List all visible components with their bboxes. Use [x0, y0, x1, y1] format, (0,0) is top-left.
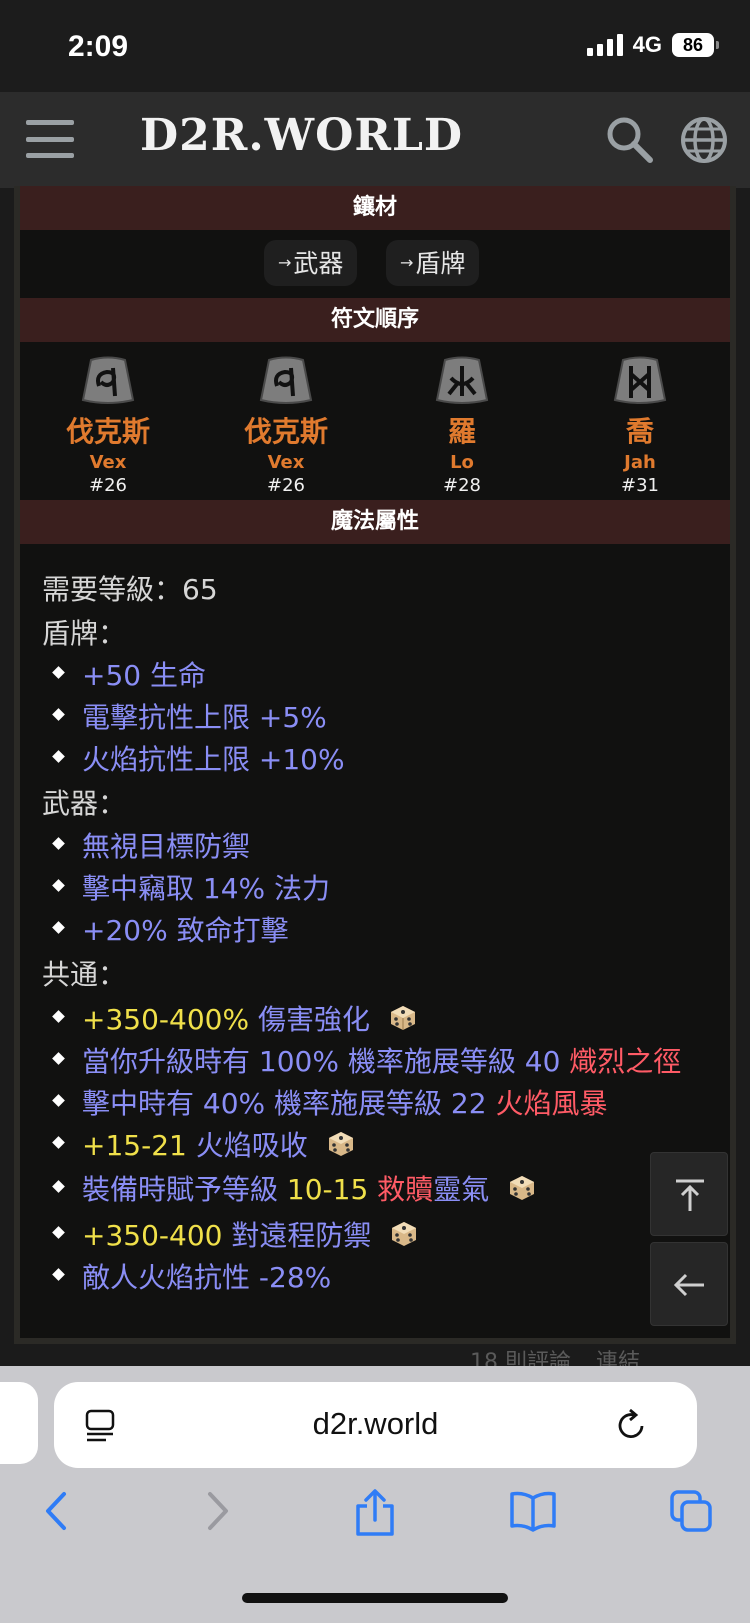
cellular-signal-icon: [586, 34, 623, 56]
arrow-icon: →: [278, 253, 292, 272]
required-level: 需要等級：65: [42, 573, 218, 606]
property-item: +20% 致命打擊: [82, 909, 289, 949]
arrow-left-icon: [673, 1273, 704, 1297]
bookmarks-icon[interactable]: [508, 1488, 558, 1532]
section-header-rune-order: 符文順序: [20, 298, 730, 342]
property-item: 當你升級時有 100% 機率施展等級 40 熾烈之徑: [82, 1040, 681, 1080]
status-time: 2:09: [68, 30, 129, 63]
property-item: 火焰抗性上限 +10%: [82, 738, 345, 778]
battery-icon: 86: [672, 33, 719, 57]
rune-stone-icon: [613, 356, 667, 404]
arrow-up-icon: [676, 1179, 704, 1211]
rune-number: #26: [89, 475, 127, 496]
tabs-icon[interactable]: [668, 1488, 714, 1534]
search-icon[interactable]: [604, 114, 656, 166]
dice-icon[interactable]: [389, 1004, 417, 1032]
url-text: d2r.world: [312, 1406, 439, 1441]
rune-vex[interactable]: 伐克斯 Vex #26: [18, 356, 198, 496]
base-label: 盾牌: [415, 249, 466, 278]
reload-icon[interactable]: [616, 1408, 648, 1442]
back-button[interactable]: [650, 1242, 728, 1326]
rune-name: 伐克斯: [243, 415, 328, 448]
rune-name: 羅: [447, 415, 476, 448]
group-label-common: 共通：: [42, 958, 127, 991]
group-label-shield: 盾牌：: [42, 617, 127, 650]
rune-vex[interactable]: 伐克斯 Vex #26: [196, 356, 376, 496]
arrow-icon: →: [400, 253, 414, 272]
share-icon[interactable]: [352, 1488, 398, 1538]
site-header: D2R.WORLD: [0, 92, 750, 188]
property-item: 裝備時賦予等級 10-15 救贖靈氣: [82, 1168, 536, 1208]
property-item: 擊中竊取 14% 法力: [82, 867, 330, 907]
address-bar[interactable]: d2r.world: [54, 1382, 697, 1468]
rune-latin-name: Vex: [89, 452, 127, 473]
rune-name: 喬: [625, 415, 654, 448]
property-item: +350-400% 傷害強化: [82, 998, 417, 1038]
rune-stone-icon: [435, 356, 489, 404]
rune-stone-icon: [81, 356, 135, 404]
back-icon[interactable]: [40, 1488, 72, 1534]
status-bar: 2:09 4G 86: [0, 0, 750, 92]
rune-name: 伐克斯: [65, 415, 150, 448]
rune-latin-name: Vex: [267, 452, 305, 473]
browser-toolbar: d2r.world: [0, 1366, 750, 1623]
rune-number: #31: [621, 475, 659, 496]
home-indicator: [242, 1593, 508, 1603]
site-logo[interactable]: D2R.WORLD: [140, 110, 463, 161]
property-item: 電擊抗性上限 +5%: [82, 696, 327, 736]
rune-latin-name: Jah: [624, 452, 656, 473]
network-type: 4G: [632, 32, 662, 57]
dice-icon[interactable]: [327, 1130, 355, 1158]
property-item: +15-21 火焰吸收: [82, 1124, 355, 1164]
dice-icon[interactable]: [390, 1220, 418, 1248]
property-item: 擊中時有 40% 機率施展等級 22 火焰風暴: [82, 1082, 607, 1122]
rune-lo[interactable]: 羅 Lo #28: [372, 356, 552, 496]
base-label: 武器: [293, 249, 344, 278]
base-chip-shield[interactable]: →盾牌: [386, 240, 480, 286]
scroll-to-top-button[interactable]: [650, 1152, 728, 1236]
property-item: +50 生命: [82, 654, 206, 694]
rune-stone-icon: [259, 356, 313, 404]
rune-jah[interactable]: 喬 Jah #31: [550, 356, 730, 496]
section-header-magic-properties: 魔法屬性: [20, 500, 730, 544]
menu-icon[interactable]: [26, 120, 74, 158]
property-item: 無視目標防禦: [82, 825, 250, 865]
forward-icon[interactable]: [202, 1488, 234, 1534]
dice-icon[interactable]: [508, 1174, 536, 1202]
previous-tab-preview[interactable]: [0, 1382, 38, 1464]
group-label-weapon: 武器：: [42, 787, 127, 820]
section-header-bases: 鑲材: [20, 186, 730, 230]
globe-icon[interactable]: [678, 114, 730, 166]
property-item: +350-400 對遠程防禦: [82, 1214, 418, 1254]
base-chip-weapon[interactable]: →武器: [264, 240, 358, 286]
rune-latin-name: Lo: [450, 452, 474, 473]
property-item: 敵人火焰抗性 -28%: [82, 1256, 331, 1296]
rune-number: #28: [443, 475, 481, 496]
rune-number: #26: [267, 475, 305, 496]
